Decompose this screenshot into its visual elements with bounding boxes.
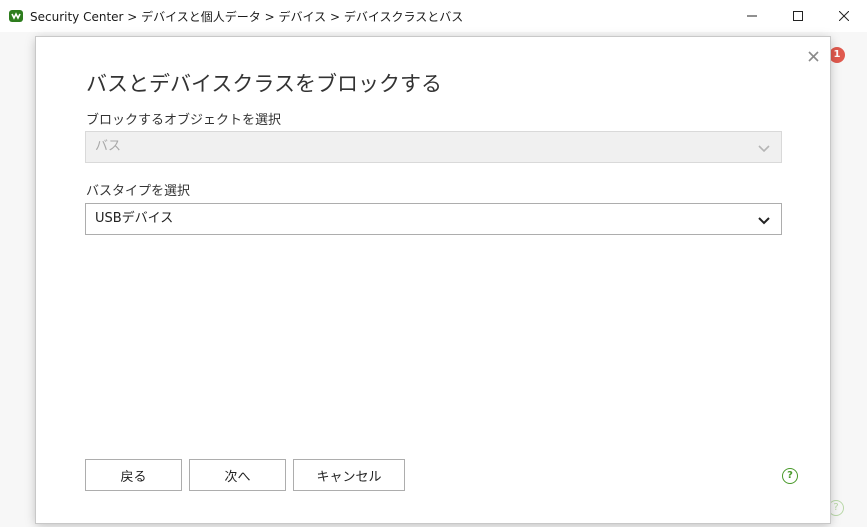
cancel-button[interactable]: キャンセル bbox=[293, 459, 405, 491]
help-icon[interactable]: ? bbox=[782, 468, 798, 484]
window-title: Security Center > デバイスと個人データ > デバイス > デバ… bbox=[30, 10, 464, 24]
chevron-down-icon bbox=[758, 217, 770, 225]
window-close-button[interactable] bbox=[821, 0, 867, 32]
back-button[interactable]: 戻る bbox=[85, 459, 182, 491]
maximize-icon bbox=[793, 11, 803, 21]
object-select-value: バス bbox=[95, 139, 122, 154]
maximize-button[interactable] bbox=[775, 0, 821, 32]
shield-logo-icon bbox=[9, 10, 23, 22]
dialog-title: バスとデバイスクラスをブロックする bbox=[86, 72, 442, 96]
window-titlebar: Security Center > デバイスと個人データ > デバイス > デバ… bbox=[0, 0, 867, 32]
close-icon bbox=[839, 11, 849, 21]
minimize-button[interactable] bbox=[729, 0, 775, 32]
bus-type-select-value: USBデバイス bbox=[95, 211, 174, 226]
next-button[interactable]: 次へ bbox=[189, 459, 286, 491]
chevron-down-icon bbox=[758, 145, 770, 153]
close-icon bbox=[807, 50, 819, 62]
background-help-icon: ? bbox=[828, 500, 844, 516]
bus-type-label: バスタイプを選択 bbox=[86, 184, 191, 199]
object-select-label: ブロックするオブジェクトを選択 bbox=[86, 113, 282, 128]
minimize-icon bbox=[747, 15, 757, 17]
object-select: バス bbox=[85, 131, 782, 163]
block-dialog: バスとデバイスクラスをブロックする ブロックするオブジェクトを選択 バス バスタ… bbox=[36, 37, 830, 523]
dialog-close-button[interactable] bbox=[804, 47, 822, 65]
bus-type-select[interactable]: USBデバイス bbox=[85, 203, 782, 235]
notification-badge[interactable]: 1 bbox=[829, 47, 845, 63]
